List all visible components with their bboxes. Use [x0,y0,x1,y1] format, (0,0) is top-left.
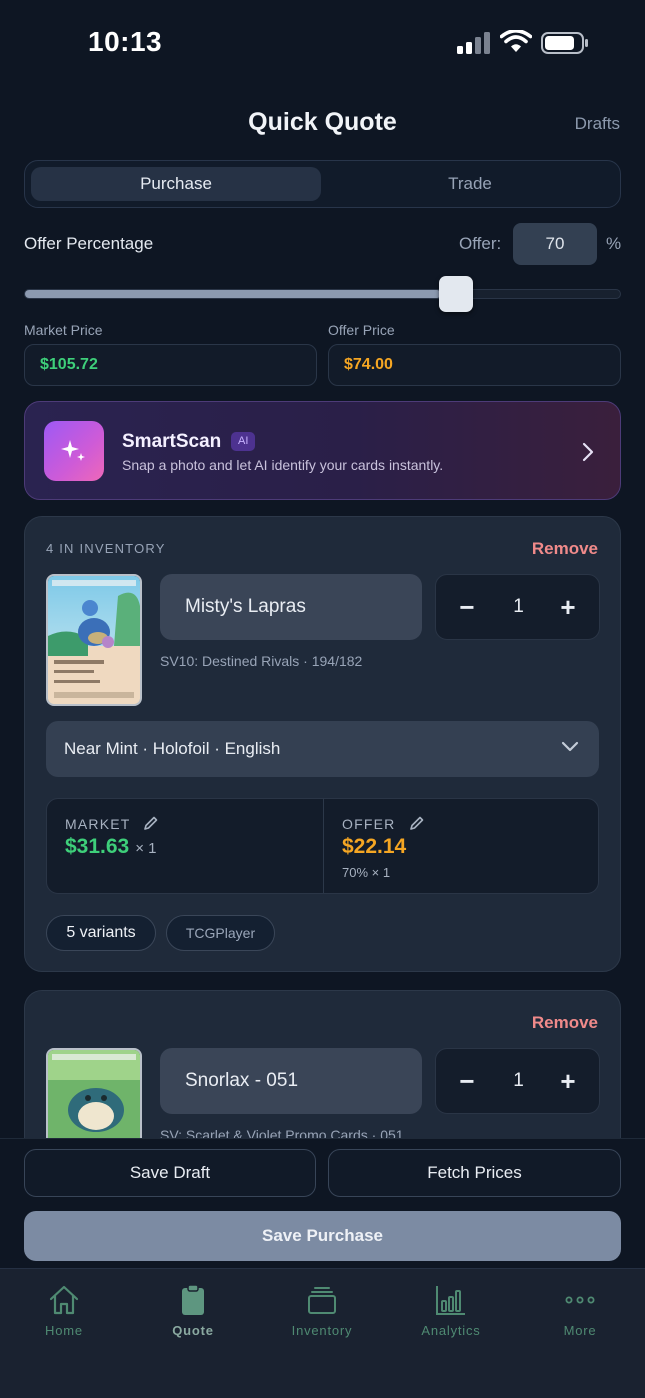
purchase-trade-toggle: Purchase Trade [24,160,621,208]
save-purchase-button[interactable]: Save Purchase [24,1211,621,1261]
market-price-field[interactable]: $105.72 [24,344,317,386]
more-dots-icon [565,1296,595,1304]
quantity-value: 1 [513,1070,524,1091]
tab-home[interactable]: Home [14,1283,114,1338]
tab-inventory[interactable]: Inventory [272,1283,372,1338]
card-image[interactable] [46,574,142,706]
wifi-icon [500,30,532,52]
tab-quote[interactable]: Quote [143,1283,243,1338]
smartscan-banner[interactable]: SmartScan AI Snap a photo and let AI ide… [24,401,621,500]
card-name-field[interactable]: Snorlax - 051 [160,1048,422,1114]
smartscan-subtitle: Snap a photo and let AI identify your ca… [122,457,444,473]
home-icon [49,1285,79,1315]
tab-inventory-label: Inventory [291,1323,353,1338]
bottom-tab-bar: Home Quote Inventory Analytics More [0,1268,645,1398]
market-label-text: MARKET [65,816,131,832]
quantity-stepper: − 1 + [435,574,600,640]
percent-unit: % [606,234,622,253]
variant-select-value: Near Mint · Holofoil · English [64,739,281,758]
offer-slider-fill [25,290,441,298]
set-info: SV10: Destined Rivals · 194/182 [160,653,363,669]
market-price-label: Market Price [24,322,103,338]
status-time: 10:13 [88,26,163,57]
fetch-prices-button[interactable]: Fetch Prices [328,1149,621,1197]
card-name-field[interactable]: Misty's Lapras [160,574,422,640]
tab-analytics-label: Analytics [421,1323,481,1338]
smartscan-title: SmartScan [122,431,222,452]
offer-calculation: 70% × 1 [342,865,391,880]
market-offer-panel: MARKET $31.63 × 1 OFFER $22.14 70% × 1 [46,798,599,894]
chevron-right-icon [582,442,594,462]
chevron-down-icon [561,741,579,752]
decrement-button[interactable]: − [442,1049,492,1113]
ai-badge: AI [231,432,256,451]
market-value: $31.63 × 1 [65,835,157,859]
tab-trade[interactable]: Trade [325,167,615,201]
panel-divider [323,799,324,893]
offer-slider-track[interactable] [24,289,621,299]
offer-price-field[interactable]: $74.00 [328,344,621,386]
offer-label-text: OFFER [342,816,396,832]
page-title: Quick Quote [248,108,397,136]
stack-icon [308,1287,336,1314]
drafts-button[interactable]: Drafts [575,114,620,134]
tab-more[interactable]: More [530,1283,630,1338]
offer-percentage-input[interactable]: 70 [513,223,597,265]
sparkles-icon [44,421,104,481]
quote-item-card: 4 IN INVENTORY Remove Misty's Lapras − 1… [24,516,621,972]
decrement-button[interactable]: − [442,575,492,639]
offer-input-label: Offer: [459,234,502,253]
offer-value: $22.14 [342,835,407,858]
source-chip[interactable]: TCGPlayer [166,915,275,951]
variants-chip[interactable]: 5 variants [46,915,156,951]
status-bar: 10:13 [0,0,645,88]
market-label: MARKET [65,815,159,832]
offer-label: OFFER [342,815,425,832]
market-value-text: $31.63 [65,835,130,858]
inventory-count: 4 IN INVENTORY [46,541,166,556]
increment-button[interactable]: + [543,1049,593,1113]
save-draft-button[interactable]: Save Draft [24,1149,316,1197]
offer-price-label: Offer Price [328,322,395,338]
pencil-icon[interactable] [409,815,425,831]
battery-icon [541,32,588,54]
tab-home-label: Home [45,1323,83,1338]
quantity-value: 1 [513,596,524,617]
pencil-icon[interactable] [143,815,159,831]
offer-slider-handle[interactable] [439,276,473,312]
tab-analytics[interactable]: Analytics [401,1283,501,1338]
bar-chart-icon [436,1286,465,1315]
tab-purchase[interactable]: Purchase [31,167,321,201]
remove-button[interactable]: Remove [532,1013,598,1033]
increment-button[interactable]: + [543,575,593,639]
tab-quote-label: Quote [172,1323,214,1338]
variant-select[interactable]: Near Mint · Holofoil · English [46,721,599,777]
cellular-signal-icon [457,32,490,54]
remove-button[interactable]: Remove [532,539,598,559]
quantity-stepper: − 1 + [435,1048,600,1114]
clipboard-icon [182,1284,204,1315]
tab-more-label: More [563,1323,597,1338]
offer-percentage-label: Offer Percentage [24,234,154,253]
market-multiplier: × 1 [135,840,157,857]
action-bar: Save Draft Fetch Prices Save Purchase [0,1138,645,1268]
